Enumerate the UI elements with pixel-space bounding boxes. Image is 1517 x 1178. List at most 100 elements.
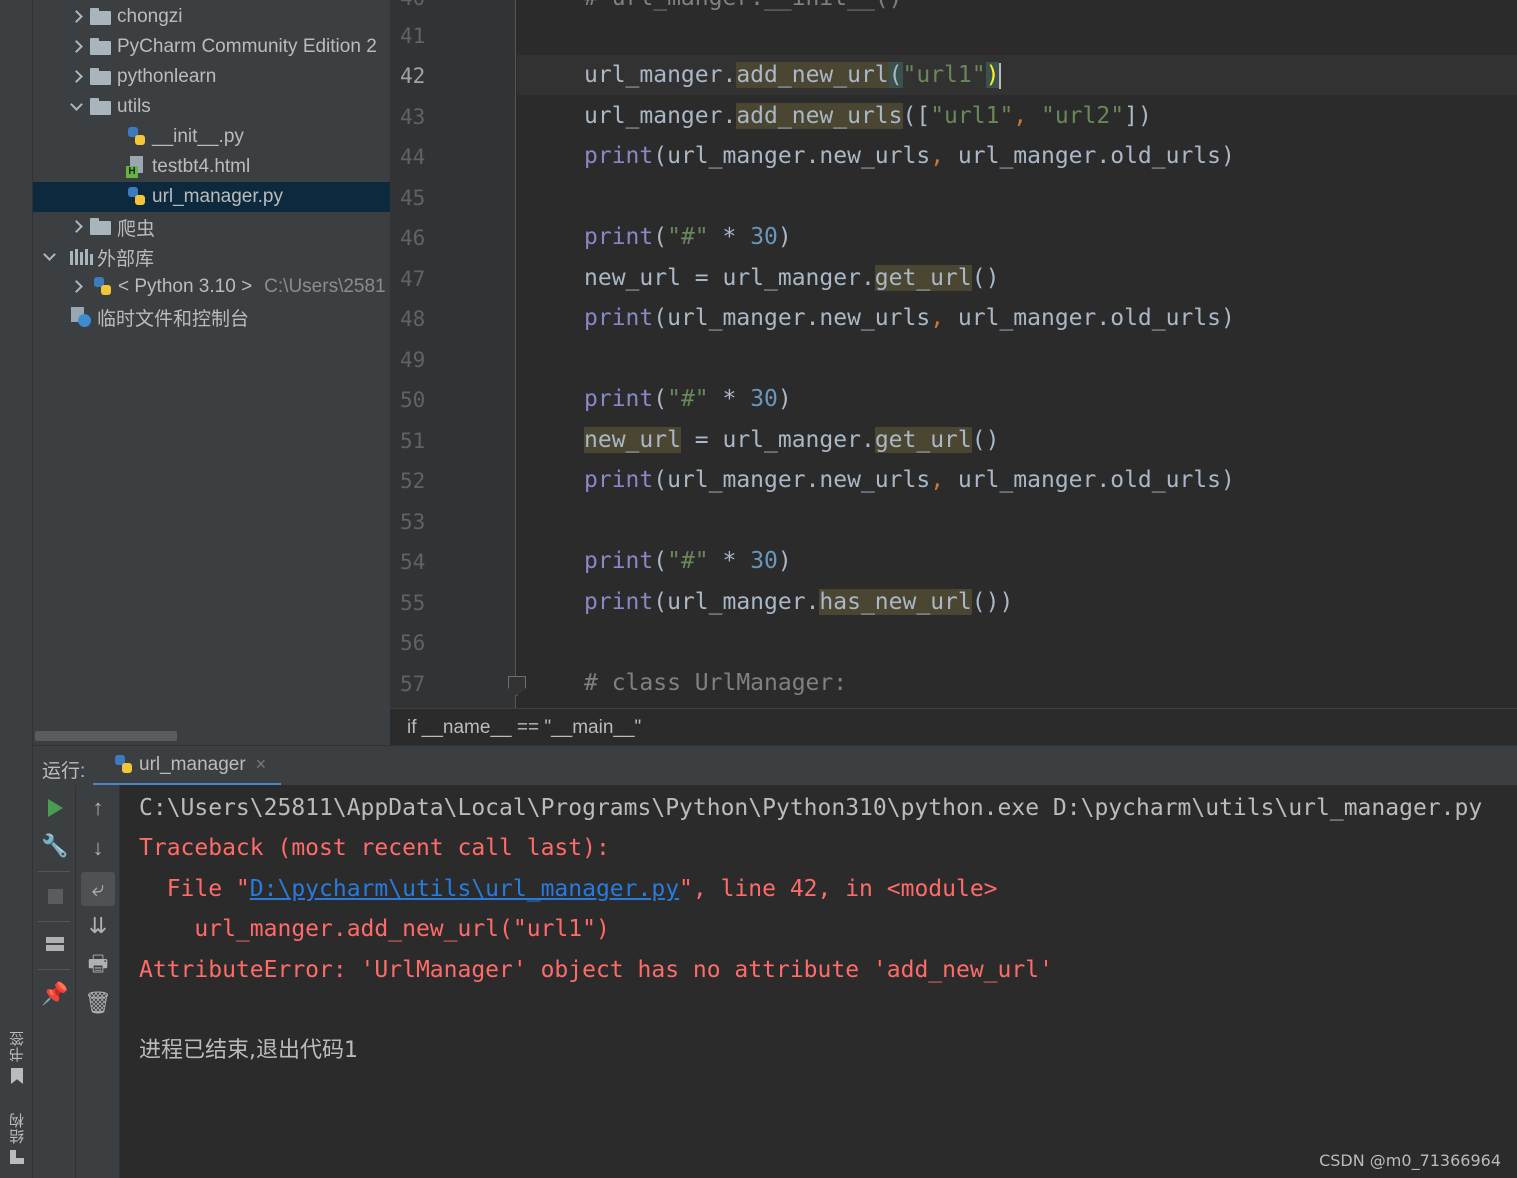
bookmarks-tab[interactable]: 书签 <box>6 1030 28 1084</box>
folder-icon <box>90 218 112 236</box>
code-line-57: # class UrlManager: <box>584 670 848 696</box>
rerun-icon[interactable] <box>42 795 68 821</box>
tree-item-label: url_manager.py <box>152 186 283 207</box>
tree-item-python-sdk[interactable]: < Python 3.10 > C:\Users\2581 <box>33 272 390 302</box>
wrench-icon[interactable]: 🔧 <box>41 833 68 859</box>
project-horizontal-scrollbar[interactable] <box>35 731 177 741</box>
console-traceback-file-line: File "D:\pycharm\utils\url_manager.py", … <box>139 876 998 902</box>
run-panel-title: 运行: <box>42 761 86 782</box>
fold-marker-icon[interactable] <box>508 676 526 696</box>
tree-item-external-libraries[interactable]: 外部库 <box>33 242 390 272</box>
console-traceback-header: Traceback (most recent call last): <box>139 835 610 861</box>
folder-icon <box>90 8 112 26</box>
python-icon <box>113 754 135 776</box>
close-icon[interactable]: × <box>256 754 267 775</box>
tree-item-crawler[interactable]: 爬虫 <box>33 212 390 242</box>
run-tab-label: url_manager <box>139 753 246 775</box>
line-number: 55 <box>400 591 426 615</box>
structure-tab[interactable]: 结构 <box>6 1112 28 1164</box>
code-editor[interactable]: 40 41 42 43 44 45 46 47 48 49 50 51 52 5… <box>390 0 1517 708</box>
line-number-gutter: 40 41 42 43 44 45 46 47 48 49 50 51 52 5… <box>390 0 526 708</box>
line-number: 50 <box>400 388 426 412</box>
pin-icon[interactable]: 📌 <box>41 981 68 1007</box>
structure-icon <box>10 1150 24 1164</box>
line-number: 41 <box>400 24 426 48</box>
tree-item-label: 外部库 <box>97 248 155 270</box>
code-line-55: print(url_manger.has_new_url()) <box>584 589 1014 615</box>
soft-wrap-icon[interactable]: ⤶ <box>81 872 115 906</box>
console-code-line: url_manger.add_new_url("url1") <box>139 916 610 942</box>
scroll-to-end-icon[interactable]: ⇊ <box>85 913 111 939</box>
trash-icon[interactable]: 🗑 <box>84 990 112 1016</box>
tree-item-label: 爬虫 <box>117 218 156 240</box>
editor-breadcrumb[interactable]: if __name__ == "__main__" <box>390 708 1517 745</box>
code-line-42: url_manger.add_new_url("url1") <box>584 62 1002 89</box>
code-line-52: print(url_manger.new_urls, url_manger.ol… <box>584 467 1235 493</box>
tree-item-label: utils <box>117 96 151 117</box>
stop-icon[interactable] <box>42 883 68 909</box>
code-line-50: print("#" * 30) <box>584 386 792 412</box>
tree-item-pythonlearn[interactable]: pythonlearn <box>33 62 390 92</box>
code-line-51: new_url = url_manger.get_url() <box>584 427 1000 453</box>
line-number: 54 <box>400 550 426 574</box>
line-number: 53 <box>400 510 426 534</box>
run-console-output[interactable]: C:\Users\25811\AppData\Local\Programs\Py… <box>120 785 1517 1178</box>
python-icon <box>92 276 114 298</box>
code-line-46: print("#" * 30) <box>584 224 792 250</box>
tree-item-chongzi[interactable]: chongzi <box>33 2 390 32</box>
line-number: 40 <box>400 0 440 10</box>
line-number: 52 <box>400 469 426 493</box>
line-number: 47 <box>400 267 426 291</box>
chevron-down-icon[interactable] <box>41 248 59 266</box>
tree-item-label: chongzi <box>117 6 183 27</box>
tree-item-label: __init__.py <box>152 126 244 147</box>
chevron-right-icon[interactable] <box>68 38 86 56</box>
tree-item-testbt4-html[interactable]: testbt4.html <box>33 152 390 182</box>
chevron-right-icon[interactable] <box>68 8 86 26</box>
chevron-right-icon[interactable] <box>68 278 86 296</box>
breadcrumb-item[interactable]: if __name__ == "__main__" <box>407 717 641 738</box>
text-cursor <box>999 62 1002 89</box>
tree-item-init-py[interactable]: __init__.py <box>33 122 390 152</box>
line-number: 51 <box>400 429 426 453</box>
line-number: 56 <box>400 631 426 655</box>
print-icon[interactable]: 🖶 <box>85 951 111 979</box>
chevron-right-icon[interactable] <box>68 218 86 236</box>
tree-item-scratches[interactable]: 临时文件和控制台 <box>33 302 390 332</box>
tree-item-url-manager-py[interactable]: url_manager.py <box>33 182 390 212</box>
bookmarks-tab-label: 书签 <box>8 1030 26 1062</box>
left-tool-strip: 书签 结构 <box>0 0 33 1178</box>
tree-item-pycharm-community[interactable]: PyCharm Community Edition 2 <box>33 32 390 62</box>
tree-item-label: pythonlearn <box>117 66 217 87</box>
console-exit-message: 进程已结束,退出代码1 <box>139 1038 358 1063</box>
run-toolbar-primary: 🔧 📌 <box>33 785 76 1178</box>
code-line-44: print(url_manger.new_urls, url_manger.ol… <box>584 143 1235 169</box>
tree-item-label: PyCharm Community Edition 2 <box>117 36 377 57</box>
python-file-icon <box>126 186 148 208</box>
file-link[interactable]: D:\pycharm\utils\url_manager.py <box>250 876 679 902</box>
code-line-43: url_manger.add_new_urls(["url1", "url2"]… <box>584 103 1152 129</box>
bookmark-icon <box>11 1068 23 1084</box>
layout-icon[interactable] <box>42 931 68 957</box>
arrow-up-icon[interactable]: ↑ <box>85 795 111 821</box>
chevron-down-icon[interactable] <box>68 98 86 116</box>
chevron-right-icon[interactable] <box>68 68 86 86</box>
line-number: 44 <box>400 145 426 169</box>
line-number: 49 <box>400 348 426 372</box>
watermark: CSDN @m0_71366964 <box>1319 1151 1501 1170</box>
project-tree-panel: chongzi PyCharm Community Edition 2 pyth… <box>33 0 390 745</box>
line-number: 43 <box>400 105 426 129</box>
run-tab-url-manager[interactable]: url_manager × <box>93 746 282 786</box>
console-command-line: C:\Users\25811\AppData\Local\Programs\Py… <box>139 795 1483 821</box>
arrow-down-icon[interactable]: ↓ <box>85 835 111 861</box>
python-file-icon <box>126 126 148 148</box>
tree-item-label: < Python 3.10 > <box>118 276 253 297</box>
sdk-path: C:\Users\2581 <box>264 276 386 297</box>
library-icon <box>69 247 93 267</box>
run-toolbar-secondary: ↑ ↓ ⤶ ⇊ 🖶 🗑 <box>76 785 120 1178</box>
run-panel-header: 运行: url_manager × <box>33 745 1517 786</box>
structure-tab-label: 结构 <box>8 1112 26 1144</box>
tree-item-utils[interactable]: utils <box>33 92 390 122</box>
code-line-40: # url_manger.__init__() <box>584 0 903 18</box>
tree-item-label: testbt4.html <box>152 156 251 177</box>
